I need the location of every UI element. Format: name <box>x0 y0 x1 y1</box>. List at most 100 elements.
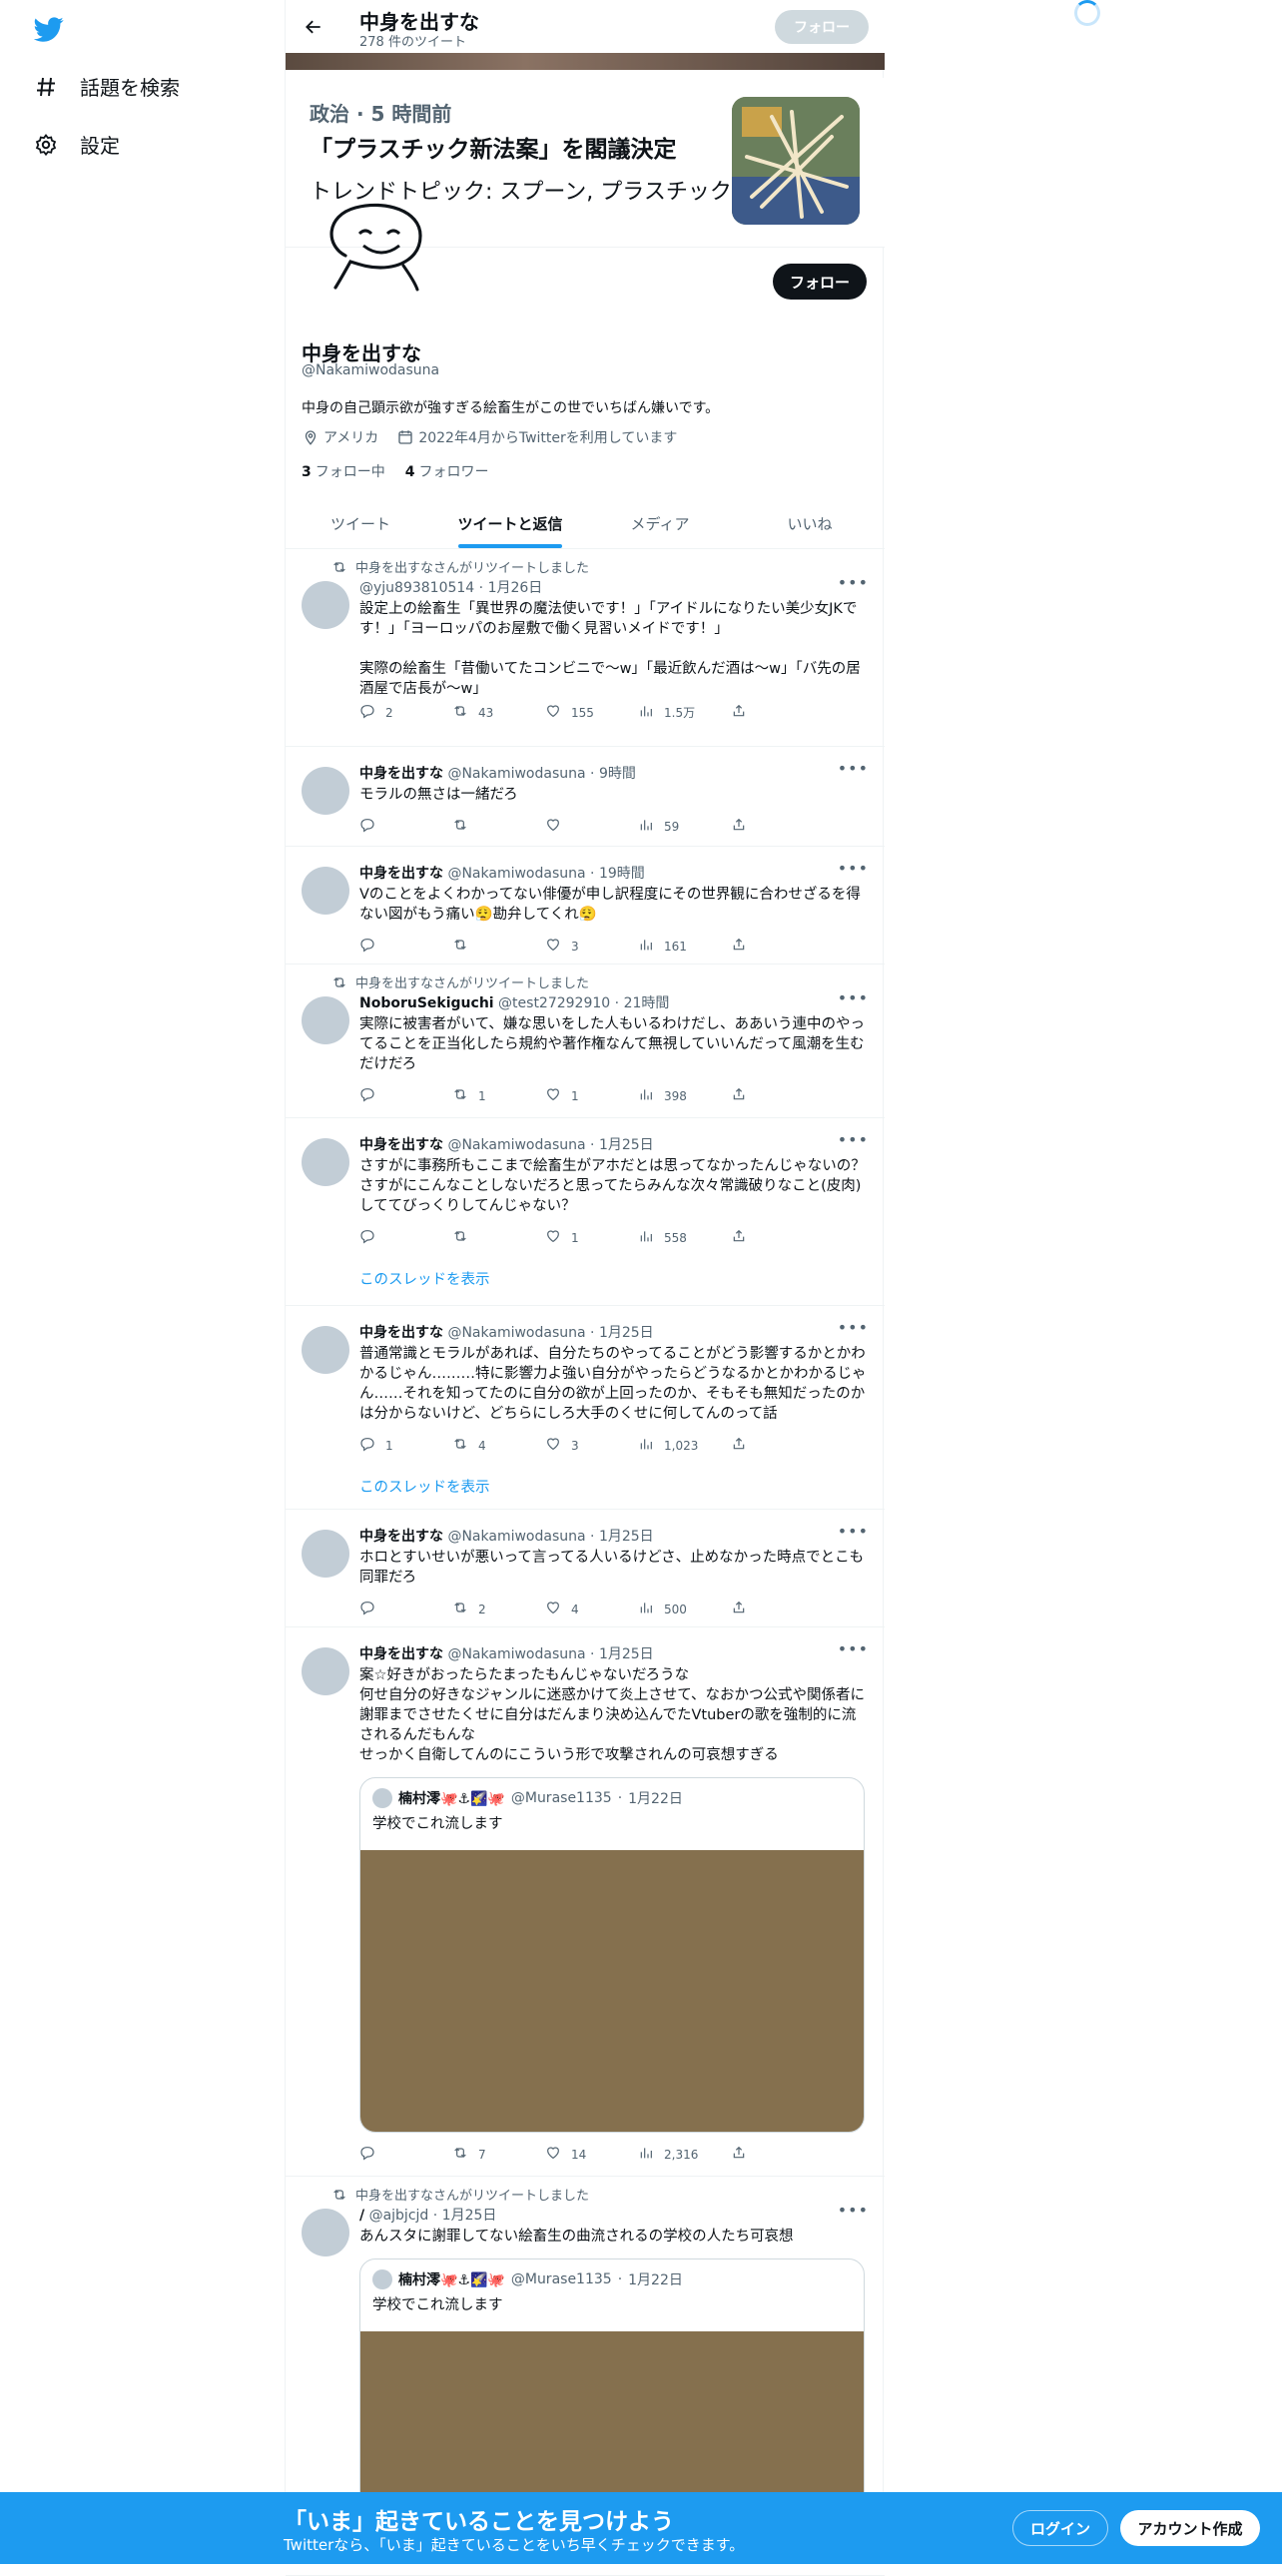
back-button[interactable] <box>300 13 327 41</box>
tweet-author-name[interactable]: NoboruSekiguchi <box>359 995 494 1011</box>
twitter-bird-icon[interactable] <box>34 14 64 44</box>
tweet[interactable]: 中身を出すな @Nakamiwodasuna · 1月25日 ••• 案☆好きがおっ… <box>286 1627 885 2177</box>
tweet-handle[interactable]: @ajbjcjd <box>369 2208 429 2224</box>
views-button[interactable]: 1,023 <box>638 1436 731 1455</box>
nav-explore[interactable]: 話題を検索 <box>34 72 180 101</box>
reply-button[interactable]: 2 <box>359 703 452 722</box>
quoted-media[interactable] <box>360 1850 864 2132</box>
tweet-time[interactable]: 1月25日 <box>442 2208 497 2224</box>
views-button[interactable]: 2,316 <box>638 2145 731 2164</box>
like-button[interactable]: 3 <box>545 1436 638 1455</box>
tweet[interactable]: 中身を出すな @Nakamiwodasuna · 1月25日 ••• ホロとすいせい… <box>286 1510 885 1627</box>
followers-link[interactable]: 4 フォロワー <box>405 461 489 481</box>
views-button[interactable]: 1.5万 <box>638 703 731 722</box>
signup-button[interactable]: アカウント作成 <box>1120 2510 1260 2546</box>
tweet-author-name[interactable]: 中身を出すな <box>359 866 443 882</box>
follow-button[interactable]: フォロー <box>773 264 867 300</box>
more-options-icon[interactable]: ••• <box>838 759 869 778</box>
tweet[interactable]: 中身を出すなさんがリツイートしました @yju893810514 · 1月26日… <box>286 549 885 747</box>
tweet-time[interactable]: 19時間 <box>599 866 645 882</box>
views-button[interactable]: 558 <box>638 1228 731 1247</box>
reply-button[interactable] <box>359 2145 452 2164</box>
like-button[interactable]: 155 <box>545 703 638 722</box>
tweet-time[interactable]: 9時間 <box>599 766 636 782</box>
tweet-author-name[interactable]: 中身を出すな <box>359 766 443 782</box>
more-options-icon[interactable]: ••• <box>838 2201 869 2220</box>
quoted-tweet[interactable]: 楠村澪🐙⚓🌠🐙 @Murase1135 · 1月22日 学校でこれ流します <box>359 1777 865 2133</box>
tweet-time[interactable]: 1月25日 <box>599 1137 654 1153</box>
tweet[interactable]: 中身を出すな @Nakamiwodasuna · 1月25日 ••• 普通常識とモラ… <box>286 1306 885 1510</box>
tweet-author-name[interactable]: 中身を出すな <box>359 1646 443 1662</box>
tweet-handle[interactable]: @Nakamiwodasuna <box>447 866 585 882</box>
nav-settings[interactable]: 設定 <box>34 130 120 159</box>
avatar[interactable] <box>302 1326 349 1374</box>
tweet-time[interactable]: 1月25日 <box>599 1646 654 1662</box>
like-button[interactable]: 14 <box>545 2145 638 2164</box>
reply-button[interactable]: 1 <box>359 1436 452 1455</box>
tweet-time[interactable]: 1月26日 <box>488 580 543 596</box>
avatar[interactable] <box>302 1530 349 1578</box>
views-button[interactable]: 59 <box>638 817 731 836</box>
show-thread-link[interactable]: このスレッドを表示 <box>359 1476 490 1497</box>
show-thread-link[interactable]: このスレッドを表示 <box>359 1268 490 1289</box>
tweet-author-name[interactable]: 中身を出すな <box>359 1325 443 1341</box>
avatar[interactable] <box>302 867 349 915</box>
tab-likes[interactable]: いいね <box>735 499 885 548</box>
retweet-button[interactable]: 2 <box>452 1600 545 1618</box>
more-options-icon[interactable]: ••• <box>838 1318 869 1337</box>
avatar[interactable] <box>302 767 349 815</box>
more-options-icon[interactable]: ••• <box>838 1639 869 1658</box>
share-button[interactable] <box>731 817 824 836</box>
avatar[interactable] <box>302 1647 349 1695</box>
tab-tweets-and-replies[interactable]: ツイートと返信 <box>435 499 585 548</box>
more-options-icon[interactable]: ••• <box>838 988 869 1007</box>
share-button[interactable] <box>731 1436 824 1455</box>
avatar[interactable] <box>302 1138 349 1186</box>
views-button[interactable]: 500 <box>638 1600 731 1618</box>
tweet[interactable]: 中身を出すなさんがリツイートしました NoboruSekiguchi @test2… <box>286 965 885 1118</box>
views-button[interactable]: 161 <box>638 937 731 956</box>
tweet-time[interactable]: 1月25日 <box>599 1325 654 1341</box>
reply-button[interactable] <box>359 817 452 836</box>
tweet-author-name[interactable]: 中身を出すな <box>359 1137 443 1153</box>
tweet-author-name[interactable]: 中身を出すな <box>359 1529 443 1545</box>
tab-tweets[interactable]: ツイート <box>286 499 435 548</box>
more-options-icon[interactable]: ••• <box>838 1130 869 1149</box>
tweet-handle[interactable]: @Nakamiwodasuna <box>447 1325 585 1341</box>
tweet-time[interactable]: 1月25日 <box>599 1529 654 1545</box>
views-button[interactable]: 398 <box>638 1086 731 1105</box>
more-options-icon[interactable]: ••• <box>838 1522 869 1541</box>
header-follow-button[interactable]: フォロー <box>775 10 869 44</box>
tweet[interactable]: 中身を出すな @Nakamiwodasuna · 19時間 ••• Vのことをよくわ… <box>286 847 885 965</box>
avatar[interactable] <box>302 996 349 1044</box>
login-button[interactable]: ログイン <box>1012 2510 1108 2546</box>
reply-button[interactable] <box>359 1600 452 1618</box>
tweet-handle[interactable]: @yju893810514 <box>359 580 474 596</box>
share-button[interactable] <box>731 1228 824 1247</box>
reply-button[interactable] <box>359 1086 452 1105</box>
share-button[interactable] <box>731 937 824 956</box>
share-button[interactable] <box>731 2145 824 2164</box>
profile-avatar[interactable] <box>306 196 445 306</box>
like-button[interactable]: 4 <box>545 1600 638 1618</box>
reply-button[interactable] <box>359 1228 452 1247</box>
more-options-icon[interactable]: ••• <box>838 573 869 592</box>
tweet-handle[interactable]: @Nakamiwodasuna <box>447 1137 585 1153</box>
share-button[interactable] <box>731 703 824 722</box>
tweet[interactable]: 中身を出すな @Nakamiwodasuna · 9時間 ••• モラルの無さは一緒… <box>286 747 885 847</box>
like-button[interactable]: 1 <box>545 1086 638 1105</box>
reply-button[interactable] <box>359 937 452 956</box>
like-button[interactable]: 3 <box>545 937 638 956</box>
retweet-button[interactable]: 43 <box>452 703 545 722</box>
retweet-button[interactable]: 7 <box>452 2145 545 2164</box>
tweet[interactable]: 中身を出すな @Nakamiwodasuna · 1月25日 ••• さすがに事務所… <box>286 1118 885 1306</box>
retweet-button[interactable]: 1 <box>452 1086 545 1105</box>
like-button[interactable]: 1 <box>545 1228 638 1247</box>
tweet-author-name[interactable]: / <box>359 2208 364 2224</box>
like-button[interactable] <box>545 817 638 836</box>
tweet-handle[interactable]: @Nakamiwodasuna <box>447 766 585 782</box>
tweet-handle[interactable]: @test27292910 <box>498 995 610 1011</box>
following-link[interactable]: 3 フォロー中 <box>302 461 385 481</box>
avatar[interactable] <box>302 581 349 629</box>
retweet-button[interactable] <box>452 937 545 956</box>
